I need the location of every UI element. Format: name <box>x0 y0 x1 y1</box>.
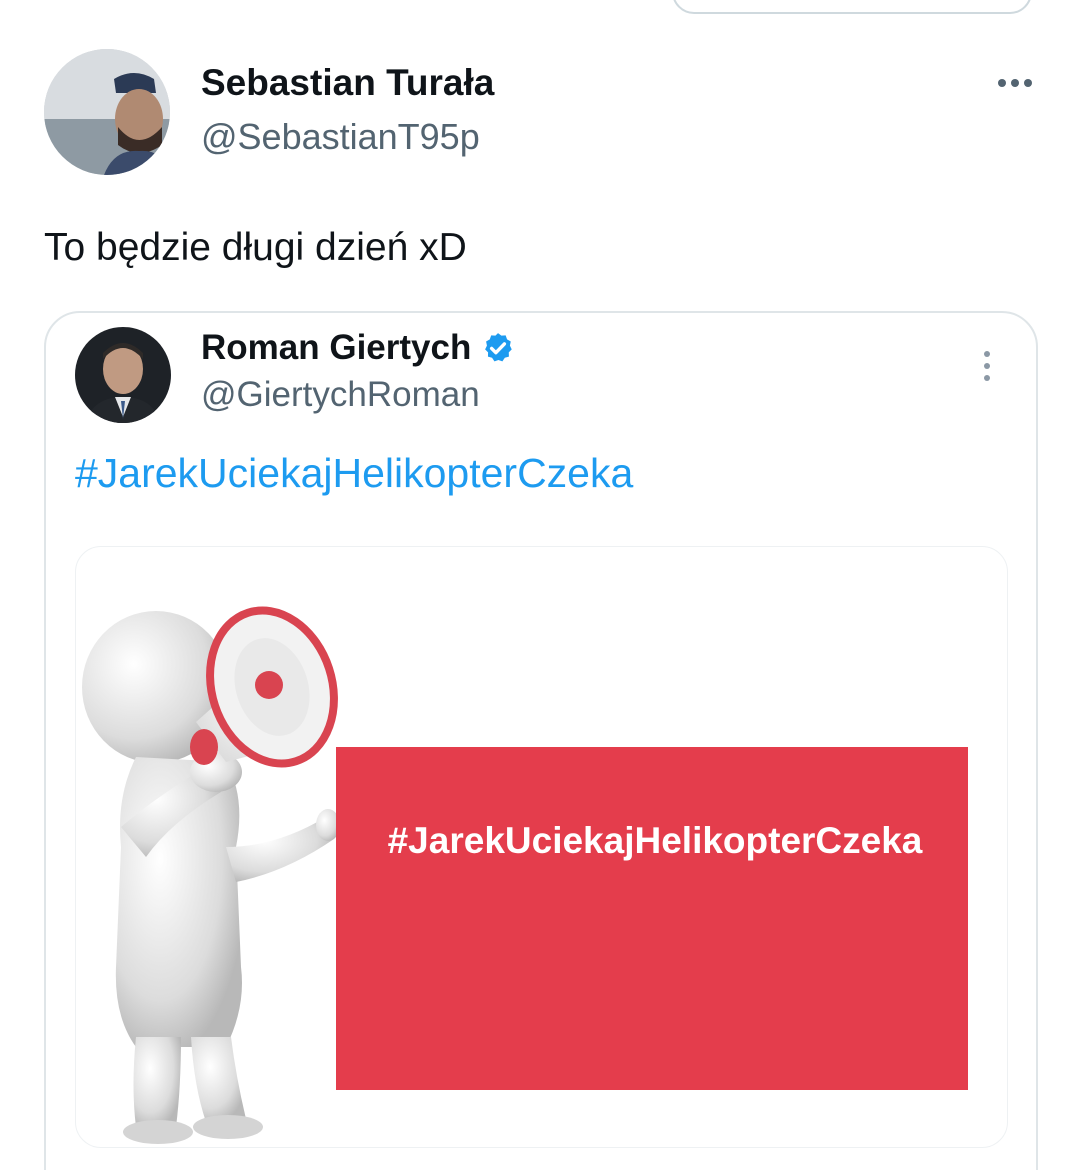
verified-badge-icon <box>485 333 513 362</box>
sign-hashtag-text: #JarekUciekajHelikopterCzeka <box>387 819 923 861</box>
more-vertical-icon <box>984 351 990 357</box>
more-dot <box>1011 79 1019 87</box>
quoted-more-options-button[interactable] <box>970 346 1004 386</box>
quoted-author-avatar[interactable] <box>75 327 171 423</box>
red-sign-banner: #JarekUciekajHelikopterCzeka <box>336 747 968 1090</box>
tweet-text: To będzie długi dzień xD <box>44 226 467 269</box>
more-options-button[interactable] <box>990 66 1040 100</box>
avatar-photo <box>44 49 170 175</box>
avatar-photo <box>75 327 171 423</box>
more-dot <box>984 375 990 381</box>
quoted-author-handle[interactable]: @GiertychRoman <box>201 375 480 415</box>
more-dot <box>984 363 990 369</box>
hashtag-link[interactable]: #JarekUciekajHelikopterCzeka <box>75 450 633 497</box>
quoted-author-name: Roman Giertych <box>201 328 472 367</box>
author-avatar[interactable] <box>44 49 170 175</box>
tweet-page: Sebastian Turała @SebastianT95p To będzi… <box>0 0 1080 1170</box>
author-name[interactable]: Sebastian Turała <box>201 62 494 104</box>
more-horizontal-icon <box>998 79 1006 87</box>
quoted-author-name-row[interactable]: Roman Giertych <box>201 328 515 368</box>
more-dot <box>1024 79 1032 87</box>
author-handle[interactable]: @SebastianT95p <box>201 116 480 158</box>
previous-element-edge <box>672 0 1032 14</box>
quoted-tweet-image[interactable]: #JarekUciekajHelikopterCzeka <box>75 546 1008 1148</box>
